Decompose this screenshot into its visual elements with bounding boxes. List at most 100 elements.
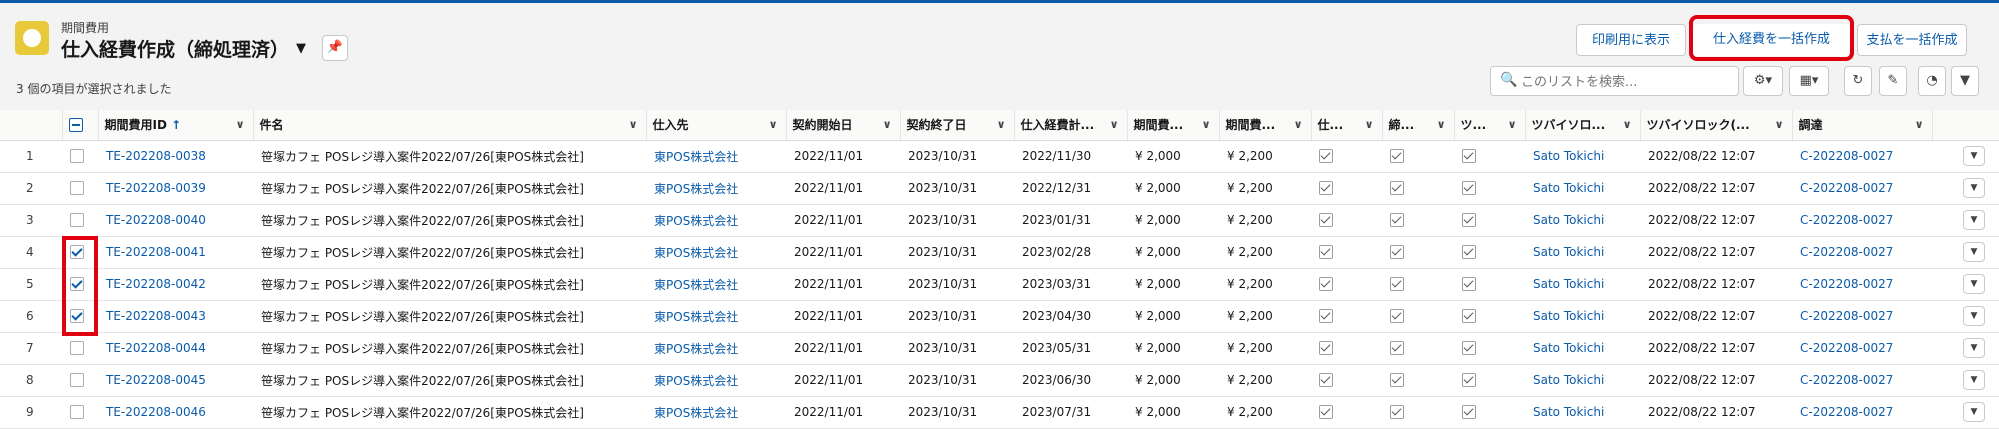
select-all-checkbox[interactable] xyxy=(68,118,83,132)
column-header-subject[interactable]: 件名 ∨ xyxy=(253,110,647,141)
chevron-down-icon[interactable]: ∨ xyxy=(1915,118,1924,131)
chevron-down-icon[interactable]: ∨ xyxy=(997,118,1006,131)
chevron-down-icon[interactable]: ∨ xyxy=(1775,118,1784,131)
chevron-down-icon[interactable]: ∨ xyxy=(1437,118,1446,131)
row-action-chevron-down-icon[interactable]: ▼ xyxy=(1963,402,1985,422)
supplier-link[interactable]: 東POS株式会社 xyxy=(646,300,786,333)
column-header-start[interactable]: 契約開始日 ∨ xyxy=(786,110,901,141)
procurement-link[interactable]: C-202208-0027 xyxy=(1792,236,1932,269)
list-view-switcher-chevron-down-icon[interactable]: ▼ xyxy=(296,41,306,56)
column-header-f1[interactable]: 仕... ∨ xyxy=(1311,110,1383,141)
column-header-plan[interactable]: 仕入経費計... ∨ xyxy=(1014,110,1128,141)
user-link[interactable]: Sato Tokichi xyxy=(1525,204,1640,237)
column-header-f2[interactable]: 締... ∨ xyxy=(1382,110,1455,141)
column-header-user[interactable]: ツバイソロ... ∨ xyxy=(1525,110,1641,141)
user-link[interactable]: Sato Tokichi xyxy=(1525,140,1640,173)
record-id-link[interactable]: TE-202208-0045 xyxy=(98,364,253,397)
row-select-cell[interactable] xyxy=(62,396,98,429)
chevron-down-icon[interactable]: ∨ xyxy=(1202,118,1211,131)
row-select-cell[interactable] xyxy=(62,172,98,205)
chevron-down-icon[interactable]: ∨ xyxy=(1365,118,1374,131)
select-all-header[interactable] xyxy=(62,110,99,141)
record-id-link[interactable]: TE-202208-0041 xyxy=(98,236,253,269)
filter-icon[interactable]: ▼ xyxy=(1951,66,1979,96)
row-action-chevron-down-icon[interactable]: ▼ xyxy=(1963,210,1985,230)
bulk-create-payment-button[interactable]: 支払を一括作成 xyxy=(1857,24,1967,56)
row-actions-cell[interactable]: ▼ xyxy=(1932,332,1999,365)
row-select-checkbox[interactable] xyxy=(70,181,84,196)
row-actions-cell[interactable]: ▼ xyxy=(1932,204,1999,237)
supplier-link[interactable]: 東POS株式会社 xyxy=(646,172,786,205)
supplier-link[interactable]: 東POS株式会社 xyxy=(646,364,786,397)
row-select-cell[interactable] xyxy=(62,332,98,365)
supplier-link[interactable]: 東POS株式会社 xyxy=(646,236,786,269)
chevron-down-icon[interactable]: ∨ xyxy=(769,118,778,131)
column-header-fee1[interactable]: 期間費... ∨ xyxy=(1127,110,1220,141)
user-link[interactable]: Sato Tokichi xyxy=(1525,396,1640,429)
chevron-down-icon[interactable]: ∨ xyxy=(629,118,638,131)
row-select-checkbox[interactable] xyxy=(70,341,84,356)
refresh-icon[interactable]: ↻ xyxy=(1844,66,1872,96)
user-link[interactable]: Sato Tokichi xyxy=(1525,364,1640,397)
row-select-checkbox[interactable] xyxy=(70,149,84,164)
row-actions-cell[interactable]: ▼ xyxy=(1932,268,1999,301)
column-header-supplier[interactable]: 仕入先 ∨ xyxy=(646,110,787,141)
row-actions-cell[interactable]: ▼ xyxy=(1932,300,1999,333)
row-actions-cell[interactable]: ▼ xyxy=(1932,364,1999,397)
row-action-chevron-down-icon[interactable]: ▼ xyxy=(1963,146,1985,166)
chevron-down-icon[interactable]: ∨ xyxy=(1294,118,1303,131)
row-select-checkbox[interactable] xyxy=(70,405,84,420)
record-id-link[interactable]: TE-202208-0046 xyxy=(98,396,253,429)
row-action-chevron-down-icon[interactable]: ▼ xyxy=(1963,306,1985,326)
row-actions-cell[interactable]: ▼ xyxy=(1932,172,1999,205)
row-action-chevron-down-icon[interactable]: ▼ xyxy=(1963,274,1985,294)
row-action-chevron-down-icon[interactable]: ▼ xyxy=(1963,242,1985,262)
supplier-link[interactable]: 東POS株式会社 xyxy=(646,396,786,429)
gear-icon[interactable]: ⚙▾ xyxy=(1743,66,1783,96)
record-id-link[interactable]: TE-202208-0040 xyxy=(98,204,253,237)
procurement-link[interactable]: C-202208-0027 xyxy=(1792,204,1932,237)
row-select-checkbox[interactable] xyxy=(70,373,84,388)
procurement-link[interactable]: C-202208-0027 xyxy=(1792,172,1932,205)
procurement-link[interactable]: C-202208-0027 xyxy=(1792,396,1932,429)
user-link[interactable]: Sato Tokichi xyxy=(1525,332,1640,365)
user-link[interactable]: Sato Tokichi xyxy=(1525,300,1640,333)
record-id-link[interactable]: TE-202208-0039 xyxy=(98,172,253,205)
print-view-button[interactable]: 印刷用に表示 xyxy=(1576,24,1686,56)
column-header-f3[interactable]: ツ... ∨ xyxy=(1454,110,1526,141)
user-link[interactable]: Sato Tokichi xyxy=(1525,268,1640,301)
column-header-id[interactable]: 期間費用ID ↑ ∨ xyxy=(98,110,254,141)
chevron-down-icon[interactable]: ∨ xyxy=(236,118,245,131)
record-id-link[interactable]: TE-202208-0043 xyxy=(98,300,253,333)
row-select-cell[interactable] xyxy=(62,140,98,173)
record-id-link[interactable]: TE-202208-0042 xyxy=(98,268,253,301)
record-id-link[interactable]: TE-202208-0038 xyxy=(98,140,253,173)
column-header-fee2[interactable]: 期間費... ∨ xyxy=(1219,110,1312,141)
row-select-cell[interactable] xyxy=(62,364,98,397)
procurement-link[interactable]: C-202208-0027 xyxy=(1792,268,1932,301)
table-icon[interactable]: ▦▾ xyxy=(1789,66,1829,96)
row-action-chevron-down-icon[interactable]: ▼ xyxy=(1963,370,1985,390)
record-id-link[interactable]: TE-202208-0044 xyxy=(98,332,253,365)
list-search-box[interactable]: 🔍 xyxy=(1490,66,1739,96)
row-select-cell[interactable] xyxy=(62,204,98,237)
supplier-link[interactable]: 東POS株式会社 xyxy=(646,268,786,301)
row-action-chevron-down-icon[interactable]: ▼ xyxy=(1963,338,1985,358)
chevron-down-icon[interactable]: ∨ xyxy=(1623,118,1632,131)
supplier-link[interactable]: 東POS株式会社 xyxy=(646,332,786,365)
chart-icon[interactable]: ◔ xyxy=(1918,66,1946,96)
row-select-checkbox[interactable] xyxy=(70,213,84,228)
row-actions-cell[interactable]: ▼ xyxy=(1932,140,1999,173)
column-header-proc[interactable]: 調達 ∨ xyxy=(1792,110,1933,141)
edit-icon[interactable]: ✎ xyxy=(1879,66,1907,96)
procurement-link[interactable]: C-202208-0027 xyxy=(1792,332,1932,365)
user-link[interactable]: Sato Tokichi xyxy=(1525,236,1640,269)
pin-icon[interactable]: 📌 xyxy=(322,35,348,61)
row-actions-cell[interactable]: ▼ xyxy=(1932,236,1999,269)
chevron-down-icon[interactable]: ∨ xyxy=(1508,118,1517,131)
procurement-link[interactable]: C-202208-0027 xyxy=(1792,140,1932,173)
row-actions-cell[interactable]: ▼ xyxy=(1932,396,1999,429)
user-link[interactable]: Sato Tokichi xyxy=(1525,172,1640,205)
chevron-down-icon[interactable]: ∨ xyxy=(1110,118,1119,131)
column-header-end[interactable]: 契約終了日 ∨ xyxy=(900,110,1015,141)
